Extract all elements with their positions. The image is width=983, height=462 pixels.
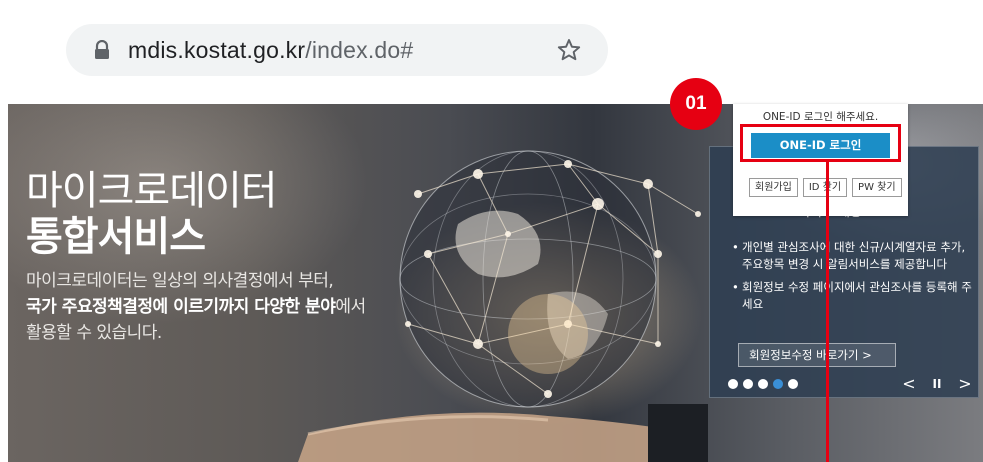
hero-desc-bold: 국가 주요정책결정에 이르기까지 다양한 분야 <box>26 297 336 317</box>
star-icon[interactable] <box>556 37 582 63</box>
hero-desc-line2: 국가 주요정책결정에 이르기까지 다양한 분야에서 <box>26 294 366 320</box>
hero-desc-line3: 활용할 수 있습니다. <box>26 323 162 343</box>
slide-dot-active[interactable] <box>773 379 783 389</box>
hero-desc-line1: 마이크로데이터는 일상의 의사결정에서 부터, <box>26 271 334 291</box>
edit-profile-link[interactable]: 회원정보수정 바로가기 > <box>738 343 896 367</box>
login-prompt: ONE-ID 로그인 해주세요. <box>762 111 879 123</box>
slide-prev-button[interactable]: < <box>898 373 920 395</box>
address-bar[interactable]: mdis.kostat.go.kr/index.do# <box>66 24 608 76</box>
slide-dot[interactable] <box>728 379 738 389</box>
slide-dot[interactable] <box>758 379 768 389</box>
lock-icon <box>95 40 109 59</box>
url-domain: mdis.kostat.go.kr <box>128 37 306 63</box>
signup-button[interactable]: 회원가입 <box>749 178 798 197</box>
slide-next-button[interactable]: > <box>954 373 976 395</box>
notice-item: 회원정보 수정 페이지에서 관심조사를 등록해 주세요 <box>732 279 972 313</box>
url-path: /index.do# <box>305 37 414 63</box>
notice-list: 개인별 관심조사에 대한 신규/시계열자료 추가, 주요항목 변경 시 알림서비… <box>732 239 972 319</box>
hero-desc-rest: 에서 <box>335 297 366 317</box>
callout-leader-line <box>826 162 829 462</box>
step-callout: 01 <box>670 78 722 130</box>
slide-pause-button[interactable]: II <box>926 373 948 395</box>
find-pw-button[interactable]: PW 찾기 <box>852 178 902 197</box>
slide-indicator <box>728 379 798 389</box>
notice-item: 개인별 관심조사에 대한 신규/시계열자료 추가, 주요항목 변경 시 알림서비… <box>732 239 972 273</box>
slide-dot[interactable] <box>788 379 798 389</box>
slide-dot[interactable] <box>743 379 753 389</box>
login-highlight-box <box>740 124 901 162</box>
find-id-button[interactable]: ID 찾기 <box>802 178 848 197</box>
hero-title-line2: 통합서비스 <box>26 214 206 260</box>
url-text[interactable]: mdis.kostat.go.kr/index.do# <box>128 24 413 76</box>
hero-description: 마이크로데이터는 일상의 의사결정에서 부터, 국가 주요정책결정에 이르기까지… <box>26 268 366 346</box>
